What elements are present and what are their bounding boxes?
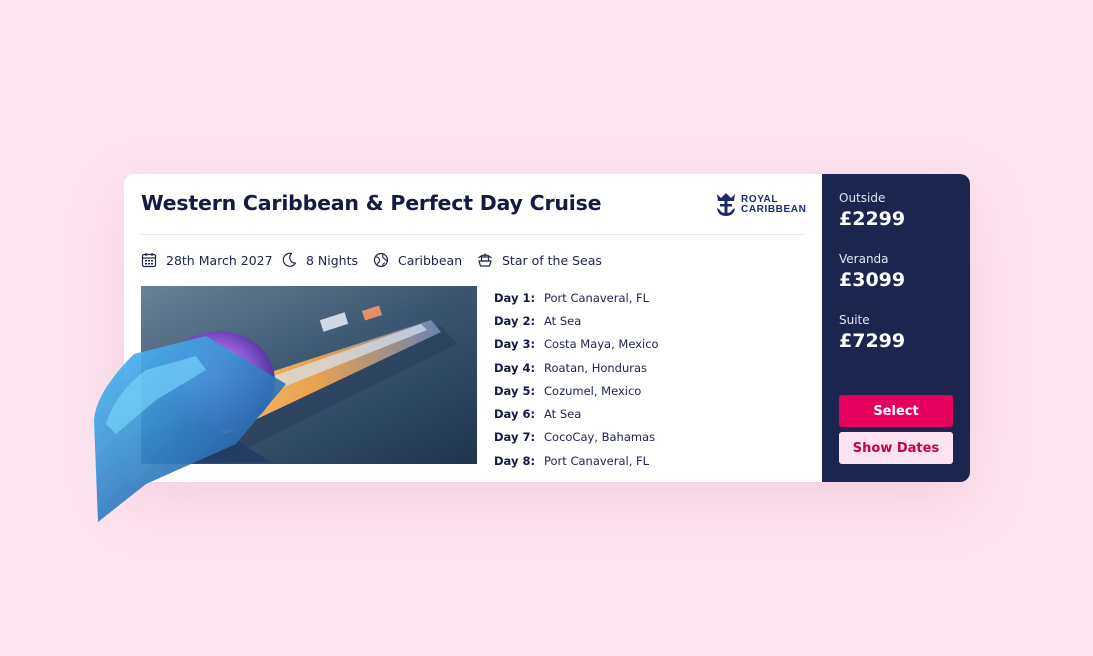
header-divider — [141, 234, 805, 235]
itinerary-row: Day 3: Costa Maya, Mexico — [494, 333, 814, 356]
ship-icon — [478, 253, 492, 267]
itinerary-row: Day 5: Cozumel, Mexico — [494, 379, 814, 402]
brand-name: ROYAL CARIBBEAN — [741, 195, 806, 215]
day-label: Day 2: — [494, 313, 536, 328]
ship-bow-overflow — [94, 336, 286, 522]
itinerary-row: Day 1: Port Canaveral, FL — [494, 286, 814, 309]
day-place: At Sea — [544, 313, 582, 328]
day-label: Day 7: — [494, 430, 536, 445]
meta-ship-text: Star of the Seas — [502, 252, 602, 268]
day-place: Port Canaveral, FL — [544, 453, 650, 468]
itinerary-row: Day 2: At Sea — [494, 309, 814, 332]
price-label: Outside — [839, 191, 886, 205]
day-label: Day 5: — [494, 383, 536, 398]
itinerary-row: Day 4: Roatan, Honduras — [494, 356, 814, 379]
meta-nights: 8 Nights — [281, 251, 358, 269]
day-place: CocoCay, Bahamas — [544, 430, 656, 445]
day-label: Day 6: — [494, 407, 536, 422]
itinerary-list: Day 1: Port Canaveral, FL Day 2: At Sea … — [494, 286, 814, 472]
itinerary-row: Day 8: Port Canaveral, FL — [494, 449, 814, 472]
day-place: Costa Maya, Mexico — [544, 337, 659, 352]
price-label: Veranda — [839, 252, 889, 266]
show-dates-button[interactable]: Show Dates — [839, 432, 953, 464]
crown-anchor-logo-icon — [717, 193, 735, 216]
page: Western Caribbean & Perfect Day Cruise R… — [0, 0, 1093, 656]
brand-logo: ROYAL CARIBBEAN — [715, 192, 807, 218]
day-place: Roatan, Honduras — [544, 360, 648, 375]
price-label: Suite — [839, 313, 870, 327]
day-place: Port Canaveral, FL — [544, 290, 650, 305]
globe-icon — [373, 252, 389, 268]
price-value: £3099 — [839, 269, 906, 291]
meta-ship: Star of the Seas — [477, 251, 602, 269]
meta-nights-text: 8 Nights — [306, 252, 359, 268]
price-suite: Suite £7299 — [839, 313, 905, 352]
itinerary-row: Day 6: At Sea — [494, 402, 814, 425]
price-value: £2299 — [839, 208, 906, 230]
meta-date: 28th March 2027 — [141, 251, 273, 269]
meta-region-text: Caribbean — [398, 252, 463, 268]
meta-region: Caribbean — [373, 251, 462, 269]
brand-line2: CARIBBEAN — [741, 204, 807, 215]
day-place: At Sea — [544, 407, 582, 422]
day-label: Day 4: — [494, 360, 536, 375]
calendar-icon — [141, 253, 157, 268]
price-value: £7299 — [839, 330, 906, 352]
day-label: Day 1: — [494, 290, 536, 305]
cruise-card: Western Caribbean & Perfect Day Cruise R… — [94, 174, 970, 522]
day-label: Day 8: — [494, 453, 536, 468]
cruise-title: Western Caribbean & Perfect Day Cruise — [141, 191, 602, 215]
itinerary-row: Day 7: CocoCay, Bahamas — [494, 426, 814, 449]
cruise-details: Western Caribbean & Perfect Day Cruise R… — [94, 174, 822, 522]
price-veranda: Veranda £3099 — [839, 252, 905, 291]
day-label: Day 3: — [494, 337, 536, 352]
day-place: Cozumel, Mexico — [544, 383, 642, 398]
price-outside: Outside £2299 — [839, 191, 905, 230]
pricing-panel: Outside £2299 Veranda £3099 Suite £7299 … — [822, 174, 970, 482]
select-button[interactable]: Select — [839, 395, 953, 427]
meta-date-text: 28th March 2027 — [166, 252, 273, 268]
moon-icon — [282, 252, 297, 267]
